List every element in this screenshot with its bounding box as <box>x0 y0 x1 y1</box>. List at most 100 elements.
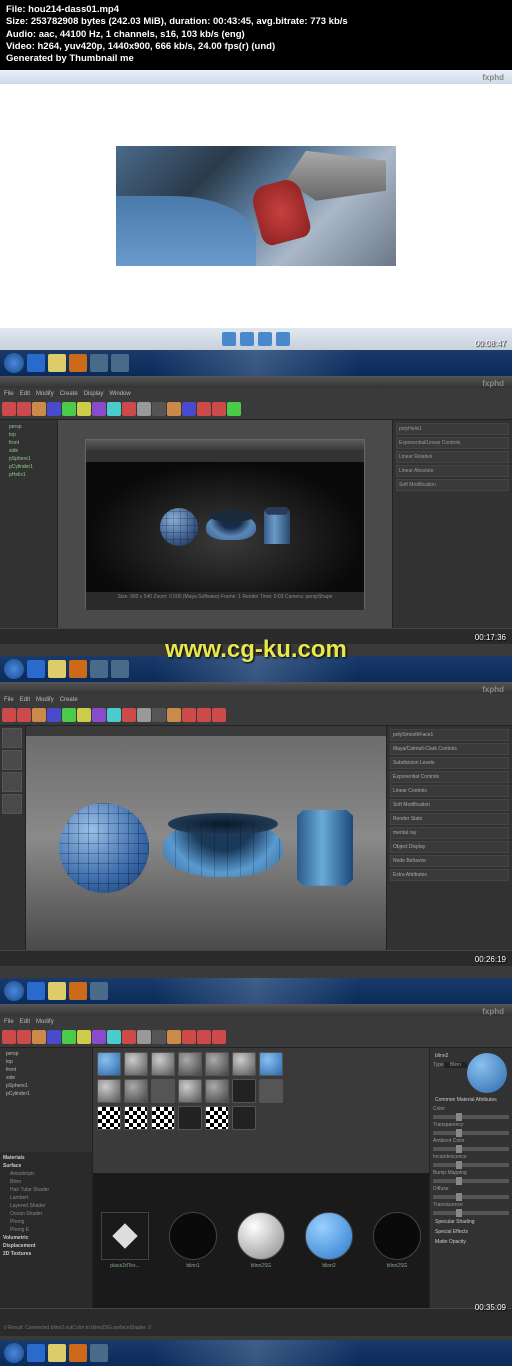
windows-taskbar[interactable] <box>0 350 512 376</box>
attribute-editor[interactable]: blinn2 TypeBlinn Common Material Attribu… <box>429 1048 512 1308</box>
shelf-button[interactable] <box>92 708 106 722</box>
slider[interactable] <box>433 1195 509 1199</box>
attribute-editor[interactable]: polySmoothFace1 Maya/Catmull-Clark Contr… <box>386 726 512 950</box>
slider[interactable] <box>433 1147 509 1151</box>
taskbar-app-icon[interactable] <box>90 354 108 372</box>
maya-viewport[interactable]: Size: 960 x 540 Zoom: 0.500 (Maya Softwa… <box>58 420 392 628</box>
shelf-button[interactable] <box>32 402 46 416</box>
forward-button[interactable] <box>276 332 290 346</box>
outliner-panel[interactable]: persp top front side pSphere1 pCylinder1… <box>0 420 58 628</box>
material-swatch[interactable] <box>151 1079 175 1103</box>
rotate-tool[interactable] <box>2 772 22 792</box>
shelf-button[interactable] <box>182 708 196 722</box>
texture-swatch[interactable] <box>97 1106 121 1130</box>
shader-node[interactable]: blinn2 <box>303 1212 355 1269</box>
shelf-button[interactable] <box>107 402 121 416</box>
shelf-button[interactable] <box>212 708 226 722</box>
maya-menubar[interactable]: File Edit Modify Create Display Window <box>0 388 512 400</box>
shelf-button[interactable] <box>2 1030 16 1044</box>
taskbar-app-icon[interactable] <box>90 660 108 678</box>
shelf-button[interactable] <box>122 1030 136 1044</box>
shelf-button[interactable] <box>197 708 211 722</box>
shelf-button[interactable] <box>2 402 16 416</box>
maya-timeline[interactable] <box>0 950 512 966</box>
maya-menubar[interactable]: FileEditModify <box>0 1016 512 1028</box>
hypershade-work-area[interactable]: place2dTex... blinn1 blinn2SG blinn2 bli… <box>93 1173 429 1308</box>
taskbar-app-icon[interactable] <box>90 982 108 1000</box>
shelf-button[interactable] <box>77 1030 91 1044</box>
shelf-button[interactable] <box>167 1030 181 1044</box>
explorer-icon[interactable] <box>48 354 66 372</box>
select-tool[interactable] <box>2 728 22 748</box>
explorer-icon[interactable] <box>48 982 66 1000</box>
render-view-window[interactable]: Size: 960 x 540 Zoom: 0.500 (Maya Softwa… <box>85 439 365 609</box>
shader-node[interactable]: blinn2SG <box>371 1212 423 1269</box>
material-swatch[interactable] <box>232 1079 256 1103</box>
ie-icon[interactable] <box>27 1344 45 1362</box>
shelf-button[interactable] <box>137 1030 151 1044</box>
material-swatch[interactable] <box>124 1079 148 1103</box>
viewport-toolbar[interactable] <box>26 726 386 736</box>
shelf-button[interactable] <box>17 1030 31 1044</box>
maya-timeline[interactable] <box>0 1308 512 1324</box>
material-swatch[interactable] <box>232 1052 256 1076</box>
shelf-button[interactable] <box>122 708 136 722</box>
slider[interactable] <box>433 1131 509 1135</box>
texture-swatch[interactable] <box>178 1106 202 1130</box>
explorer-icon[interactable] <box>48 1344 66 1362</box>
shelf-button[interactable] <box>137 708 151 722</box>
material-swatch[interactable] <box>178 1079 202 1103</box>
shelf-button[interactable] <box>152 402 166 416</box>
maya-menubar[interactable]: FileEditModifyCreate <box>0 694 512 706</box>
explorer-icon[interactable] <box>48 660 66 678</box>
outliner-panel[interactable]: persp top front side pSphere1 pCylinder1 <box>0 1048 92 1152</box>
taskbar-app-icon[interactable] <box>90 1344 108 1362</box>
texture-swatch[interactable] <box>205 1106 229 1130</box>
windows-taskbar[interactable] <box>0 1340 512 1366</box>
shelf-button[interactable] <box>62 402 76 416</box>
material-swatch[interactable] <box>151 1052 175 1076</box>
shelf-button[interactable] <box>182 402 196 416</box>
viewport-cylinder[interactable] <box>297 810 353 886</box>
shelf-button[interactable] <box>152 708 166 722</box>
material-swatch[interactable] <box>259 1052 283 1076</box>
shelf-button[interactable] <box>2 708 16 722</box>
attribute-editor[interactable]: polyHelix1 Exponential/Linear Controls L… <box>392 420 512 628</box>
move-tool[interactable] <box>2 750 22 770</box>
rewind-button[interactable] <box>222 332 236 346</box>
stop-button[interactable] <box>258 332 272 346</box>
slider[interactable] <box>433 1179 509 1183</box>
shelf-button[interactable] <box>47 708 61 722</box>
shelf-button[interactable] <box>32 1030 46 1044</box>
shelf-button[interactable] <box>137 402 151 416</box>
shelf-button[interactable] <box>197 1030 211 1044</box>
start-button[interactable] <box>4 981 24 1001</box>
shelf-button[interactable] <box>227 402 241 416</box>
taskbar-app-icon[interactable] <box>111 660 129 678</box>
shelf-button[interactable] <box>47 1030 61 1044</box>
texture-swatch[interactable] <box>232 1106 256 1130</box>
shelf-button[interactable] <box>167 402 181 416</box>
shelf-button[interactable] <box>152 1030 166 1044</box>
shelf-button[interactable] <box>182 1030 196 1044</box>
start-button[interactable] <box>4 1343 24 1363</box>
shelf-button[interactable] <box>92 402 106 416</box>
shader-node[interactable]: blinn2SG <box>235 1212 287 1269</box>
shelf-button[interactable] <box>212 402 226 416</box>
texture-swatch[interactable] <box>124 1106 148 1130</box>
scale-tool[interactable] <box>2 794 22 814</box>
firefox-icon[interactable] <box>69 1344 87 1362</box>
material-swatch[interactable] <box>259 1079 283 1103</box>
firefox-icon[interactable] <box>69 660 87 678</box>
firefox-icon[interactable] <box>69 354 87 372</box>
slider[interactable] <box>433 1163 509 1167</box>
hypershade-create-panel[interactable]: Materials Surface Anisotropic Blinn Hair… <box>0 1152 92 1308</box>
material-swatch[interactable] <box>178 1052 202 1076</box>
ie-icon[interactable] <box>27 354 45 372</box>
material-swatch[interactable] <box>97 1079 121 1103</box>
shelf-button[interactable] <box>122 402 136 416</box>
material-swatch[interactable] <box>124 1052 148 1076</box>
player-controls[interactable] <box>0 328 512 350</box>
shelf-button[interactable] <box>107 1030 121 1044</box>
play-button[interactable] <box>240 332 254 346</box>
